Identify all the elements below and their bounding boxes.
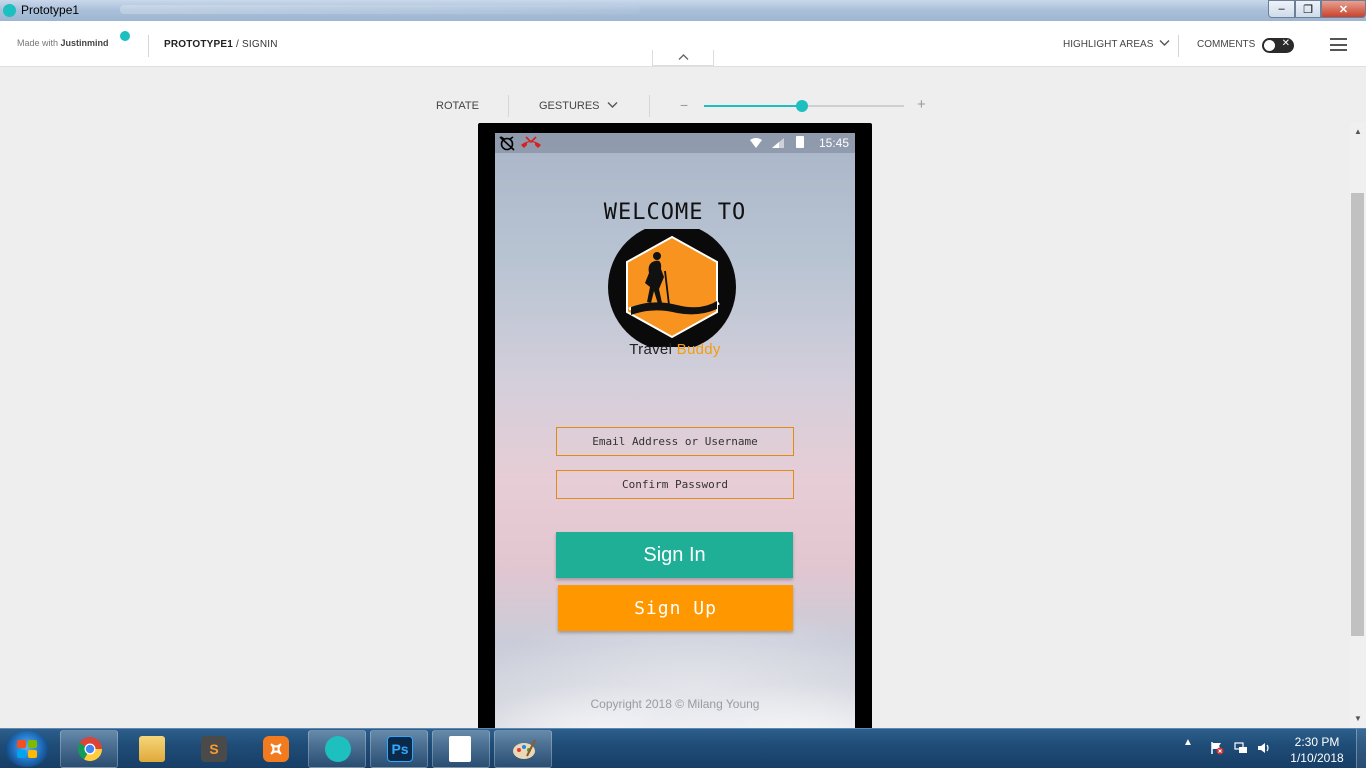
chevron-down-icon xyxy=(1159,40,1170,46)
zoom-slider[interactable] xyxy=(704,100,904,112)
gestures-label: GESTURES xyxy=(539,100,600,112)
brand-buddy: Buddy xyxy=(676,341,721,358)
zoom-in-button[interactable]: + xyxy=(917,96,926,113)
volume-icon[interactable] xyxy=(1257,741,1271,755)
action-center-flag-icon[interactable] xyxy=(1210,741,1224,755)
window-controls: – ❐ ✕ xyxy=(1268,0,1366,18)
taskbar-chrome[interactable] xyxy=(60,730,118,768)
highlight-areas-dropdown[interactable]: HIGHLIGHT AREAS xyxy=(1063,39,1170,50)
made-with-justinmind-link[interactable]: Made with Justinmind xyxy=(17,38,109,48)
brand-name: Travel Buddy xyxy=(495,341,855,358)
show-desktop-button[interactable] xyxy=(1356,729,1366,768)
phone-screen: 15:45 WELCOME TO Travel Buddy Sign In Si… xyxy=(495,133,855,733)
justinmind-logo-dot xyxy=(120,31,130,41)
alarm-off-icon xyxy=(499,136,515,151)
tray-expand-arrow-icon[interactable]: ▲ xyxy=(1183,737,1193,748)
sign-in-button[interactable]: Sign In xyxy=(556,532,793,578)
zoom-slider-fill xyxy=(704,105,802,107)
taskbar-justinmind[interactable] xyxy=(308,730,366,768)
wifi-icon xyxy=(750,138,762,148)
taskbar-file-explorer[interactable] xyxy=(122,730,180,768)
zoom-slider-handle[interactable] xyxy=(796,100,808,112)
collapse-header-tab[interactable] xyxy=(652,50,714,66)
made-with-label: Made with xyxy=(17,38,59,48)
minimize-button[interactable]: – xyxy=(1268,0,1295,18)
windows-logo-icon xyxy=(17,740,37,758)
sublime-text-icon: S xyxy=(201,736,227,762)
comments-label: COMMENTS xyxy=(1197,39,1256,50)
hamburger-menu-icon[interactable] xyxy=(1330,38,1347,51)
sign-up-button[interactable]: Sign Up xyxy=(558,585,793,631)
xampp-icon xyxy=(263,736,289,762)
battery-icon xyxy=(796,136,804,148)
taskbar-paint[interactable] xyxy=(494,730,552,768)
scroll-up-arrow-icon[interactable]: ▲ xyxy=(1354,127,1362,136)
breadcrumb-separator: / xyxy=(233,39,242,50)
file-explorer-icon xyxy=(139,736,165,762)
signal-icon xyxy=(772,138,784,148)
toggle-off-icon: ✕ xyxy=(1281,38,1290,49)
taskbar-photoshop[interactable]: Ps xyxy=(370,730,428,768)
maximize-button[interactable]: ❐ xyxy=(1295,0,1321,18)
brand-travel: Travel xyxy=(629,341,673,358)
justinmind-brand: Justinmind xyxy=(60,38,109,48)
divider xyxy=(508,95,509,117)
confirm-password-input[interactable] xyxy=(556,470,794,499)
justinmind-icon xyxy=(325,736,351,762)
system-clock[interactable]: 2:30 PM 1/10/2018 xyxy=(1282,734,1352,766)
rotate-button[interactable]: ROTATE xyxy=(436,100,479,112)
phone-frame: 15:45 WELCOME TO Travel Buddy Sign In Si… xyxy=(478,123,872,733)
breadcrumb: PROTOTYPE1 / SIGNIN xyxy=(164,39,278,50)
windows-taskbar: S Ps ▲ 2:30 PM 1/10/2018 xyxy=(0,728,1366,768)
welcome-heading: WELCOME TO xyxy=(603,200,747,225)
divider xyxy=(649,95,650,117)
phone-status-bar: 15:45 xyxy=(495,133,855,153)
highlight-areas-label: HIGHLIGHT AREAS xyxy=(1063,39,1154,50)
justinmind-app-icon xyxy=(3,4,16,17)
blank-document-icon xyxy=(449,736,471,762)
scroll-down-arrow-icon[interactable]: ▼ xyxy=(1354,714,1362,723)
status-time: 15:45 xyxy=(818,136,849,150)
zoom-out-button[interactable]: − xyxy=(680,97,688,113)
window-title-bar: Prototype1 – ❐ ✕ xyxy=(0,0,1366,21)
title-bar-glass xyxy=(120,5,640,14)
divider xyxy=(1178,35,1179,57)
missed-call-icon xyxy=(521,136,541,148)
chevron-down-icon xyxy=(607,102,618,108)
chrome-icon xyxy=(77,737,102,762)
divider xyxy=(148,35,149,57)
breadcrumb-project[interactable]: PROTOTYPE1 xyxy=(164,39,233,50)
breadcrumb-page: SIGNIN xyxy=(242,39,278,50)
clock-time: 2:30 PM xyxy=(1294,735,1340,749)
network-icon[interactable] xyxy=(1234,741,1248,755)
gestures-dropdown[interactable]: GESTURES xyxy=(539,100,618,112)
close-button[interactable]: ✕ xyxy=(1321,0,1366,18)
paint-icon xyxy=(513,739,536,759)
taskbar-sublime-text[interactable]: S xyxy=(184,730,242,768)
copyright-text: Copyright 2018 © Milang Young xyxy=(590,697,760,711)
chevron-up-icon xyxy=(678,54,689,60)
clock-date: 1/10/2018 xyxy=(1290,751,1344,765)
window-title: Prototype1 xyxy=(21,3,80,17)
photoshop-icon: Ps xyxy=(387,736,413,762)
scrollbar-thumb[interactable] xyxy=(1351,193,1364,636)
toggle-knob xyxy=(1264,40,1275,51)
taskbar-document[interactable] xyxy=(432,730,490,768)
comments-toggle[interactable]: ✕ xyxy=(1262,38,1294,53)
email-username-input[interactable] xyxy=(556,427,794,456)
travel-buddy-logo xyxy=(608,229,736,347)
vertical-scrollbar[interactable]: ▲ ▼ xyxy=(1350,123,1366,728)
start-button[interactable] xyxy=(5,731,49,767)
taskbar-xampp[interactable] xyxy=(246,730,304,768)
